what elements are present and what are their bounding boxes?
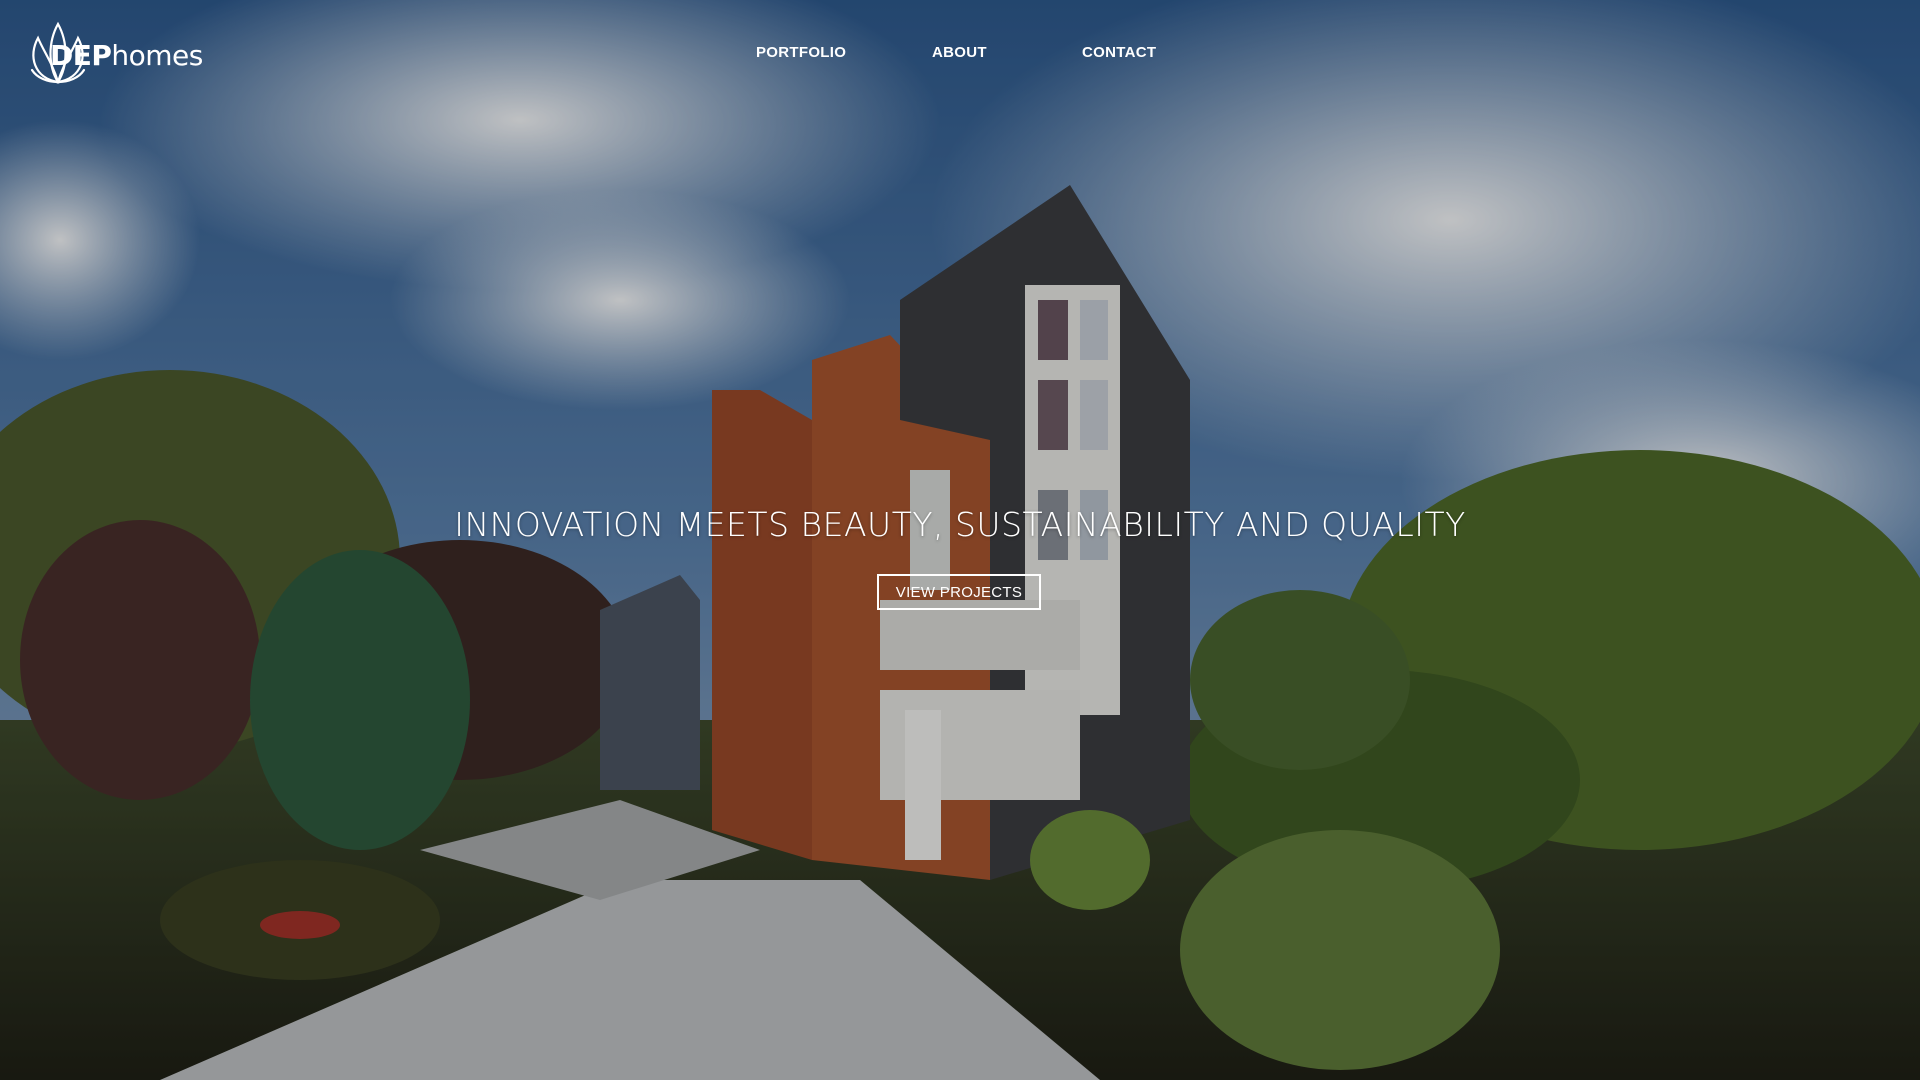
nav-link-portfolio[interactable]: PORTFOLIO [756, 44, 932, 61]
brand-wordmark: DEPhomes [50, 39, 203, 72]
brand-wordmark-rest: homes [111, 39, 203, 72]
hero-section: DEPhomes PORTFOLIO ABOUT CONTACT INNOVAT… [0, 0, 1920, 1080]
main-nav: PORTFOLIO ABOUT CONTACT [756, 44, 1172, 61]
nav-link-about[interactable]: ABOUT [932, 44, 1082, 61]
brand-wordmark-bold: DEP [50, 39, 112, 72]
brand-logo[interactable]: DEPhomes [24, 18, 204, 90]
nav-link-contact[interactable]: CONTACT [1082, 44, 1172, 61]
view-projects-button[interactable]: VIEW PROJECTS [877, 574, 1041, 610]
hero-headline: INNOVATION MEETS BEAUTY, SUSTAINABILITY … [454, 505, 1466, 544]
